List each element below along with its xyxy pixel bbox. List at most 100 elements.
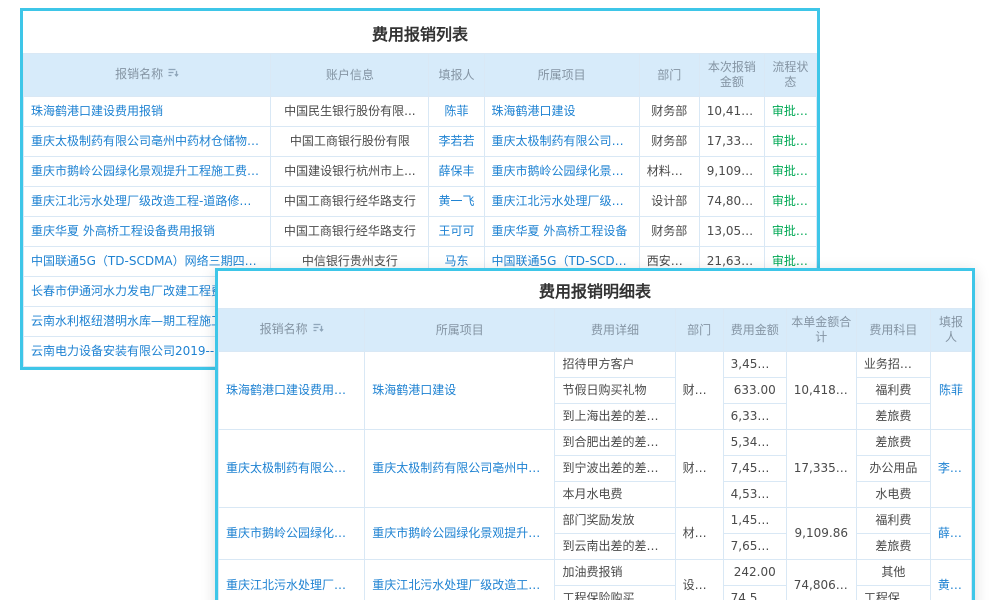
column-header-label: 所属项目: [436, 323, 484, 338]
detail-col-header-7: 费用科目: [856, 309, 930, 352]
department-cell: 财务部: [639, 127, 699, 157]
expense-detail-cell: 到上海出差的差旅费: [555, 404, 675, 430]
column-header-label: 填报人: [439, 68, 475, 83]
detail-name-link[interactable]: 重庆市鹅岭公园绿化景观提升工程: [219, 508, 365, 560]
expense-category-cell: 工程保险费: [856, 586, 930, 600]
department-cell: 设计部: [639, 187, 699, 217]
list-col-header-7: 流程状态: [764, 54, 816, 97]
column-header-label: 报销名称: [260, 322, 308, 337]
group-total-cell: 10,418.60: [786, 352, 856, 430]
detail-name-link[interactable]: 重庆江北污水处理厂级改造工程-: [219, 560, 365, 600]
detail-department-cell: 财务部: [675, 352, 723, 430]
detail-department-cell: 设计部: [675, 560, 723, 600]
list-col-header-5: 部门: [639, 54, 699, 97]
detail-filler-link[interactable]: 薛保丰: [930, 508, 971, 560]
filler-link[interactable]: 李若若: [429, 127, 484, 157]
amount-cell: 74,806.00: [699, 187, 764, 217]
filler-link[interactable]: 黄一飞: [429, 187, 484, 217]
project-link[interactable]: 重庆市鹅岭公园绿化景观提升...: [484, 157, 639, 187]
detail-project-link[interactable]: 重庆太极制药有限公司亳州中药材仓储物流: [365, 430, 555, 508]
detail-filler-link[interactable]: 李若若: [930, 430, 971, 508]
list-row: 重庆市鹅岭公园绿化景观提升工程施工费用报销中国建设银行杭州市上...薛保丰重庆市…: [24, 157, 817, 187]
expense-category-cell: 福利费: [856, 378, 930, 404]
group-total-cell: 17,335.35: [786, 430, 856, 508]
detail-department-cell: 财务部: [675, 430, 723, 508]
expense-category-cell: 差旅费: [856, 534, 930, 560]
expense-category-cell: 业务招待费: [856, 352, 930, 378]
expense-amount-cell: 1,453.00: [723, 508, 786, 534]
expense-amount-cell: 5,346.35: [723, 430, 786, 456]
amount-cell: 13,058.45: [699, 217, 764, 247]
detail-filler-link[interactable]: 陈菲: [930, 352, 971, 430]
detail-project-link[interactable]: 重庆市鹅岭公园绿化景观提升工程施工: [365, 508, 555, 560]
expense-detail-cell: 节假日购买礼物: [555, 378, 675, 404]
list-col-header-4: 所属项目: [484, 54, 639, 97]
project-link[interactable]: 重庆江北污水处理厂级改造工...: [484, 187, 639, 217]
reimbursement-name-link[interactable]: 重庆江北污水处理厂级改造工程-道路修复工程费用...: [24, 187, 271, 217]
column-header-label: 填报人: [935, 315, 967, 345]
column-header-label: 本次报销金额: [704, 60, 760, 90]
column-header-label: 费用详细: [591, 323, 639, 338]
expense-amount-cell: 7,656.86: [723, 534, 786, 560]
expense-list-header: 报销名称 账户信息填报人所属项目 部门 本次报销金额流程状态: [24, 54, 817, 97]
detail-project-link[interactable]: 重庆江北污水处理厂级改造工程-道路修复工: [365, 560, 555, 600]
amount-cell: 17,335.35: [699, 127, 764, 157]
account-info-cell: 中国建设银行杭州市上...: [271, 157, 429, 187]
expense-detail-cell: 到云南出差的差旅费: [555, 534, 675, 560]
status-text: 审批通过: [764, 157, 816, 187]
expense-amount-cell: 74,564...: [723, 586, 786, 600]
expense-detail-table: 报销名称 所属项目 费用详细 部门费用金额本单金额合计 费用科目 填报人 珠海鹤港口建设费…: [218, 308, 972, 600]
sort-filter-icon[interactable]: [167, 67, 179, 83]
detail-col-header-4: 部门: [675, 309, 723, 352]
column-header-label: 费用金额: [731, 323, 779, 338]
expense-category-cell: 差旅费: [856, 404, 930, 430]
detail-filler-link[interactable]: 黄一飞: [930, 560, 971, 600]
detail-row: 珠海鹤港口建设费用报销珠海鹤港口建设招待甲方客户财务部3,453.6010,41…: [219, 352, 972, 378]
column-header-label: 报销名称: [115, 67, 163, 82]
filler-link[interactable]: 陈菲: [429, 97, 484, 127]
filler-link[interactable]: 薛保丰: [429, 157, 484, 187]
account-info-cell: 中国民生银行股份有限...: [271, 97, 429, 127]
detail-col-header-2: 所属项目: [365, 309, 555, 352]
expense-detail-cell: 部门奖励发放: [555, 508, 675, 534]
status-text: 审批通过: [764, 187, 816, 217]
expense-detail-title: 费用报销明细表: [218, 271, 972, 308]
detail-col-header-3: 费用详细: [555, 309, 675, 352]
column-header-label: 部门: [657, 68, 681, 83]
column-header-label: 费用科目: [869, 323, 917, 338]
column-header-label: 本单金额合计: [791, 315, 852, 345]
expense-category-cell: 其他: [856, 560, 930, 586]
expense-category-cell: 办公用品: [856, 456, 930, 482]
reimbursement-name-link[interactable]: 重庆市鹅岭公园绿化景观提升工程施工费用报销: [24, 157, 271, 187]
detail-row: 重庆江北污水处理厂级改造工程-重庆江北污水处理厂级改造工程-道路修复工加油费报销…: [219, 560, 972, 586]
group-total-cell: 74,806.00: [786, 560, 856, 600]
department-cell: 财务部: [639, 217, 699, 247]
sort-filter-icon[interactable]: [312, 322, 324, 338]
list-col-header-2: 账户信息: [271, 54, 429, 97]
detail-col-header-1[interactable]: 报销名称: [219, 309, 365, 352]
expense-list-title: 费用报销列表: [23, 11, 817, 53]
status-text: 审批通过: [764, 97, 816, 127]
reimbursement-name-link[interactable]: 重庆华夏 外高桥工程设备费用报销: [24, 217, 271, 247]
detail-project-link[interactable]: 珠海鹤港口建设: [365, 352, 555, 430]
reimbursement-name-link[interactable]: 珠海鹤港口建设费用报销: [24, 97, 271, 127]
project-link[interactable]: 珠海鹤港口建设: [484, 97, 639, 127]
list-row: 重庆江北污水处理厂级改造工程-道路修复工程费用...中国工商银行经华路支行黄一飞…: [24, 187, 817, 217]
reimbursement-name-link[interactable]: 重庆太极制药有限公司亳州中药材仓储物流基地项...: [24, 127, 271, 157]
amount-cell: 10,418.60: [699, 97, 764, 127]
list-row: 珠海鹤港口建设费用报销中国民生银行股份有限...陈菲珠海鹤港口建设财务部10,4…: [24, 97, 817, 127]
amount-cell: 9,109.86: [699, 157, 764, 187]
list-col-header-1[interactable]: 报销名称: [24, 54, 271, 97]
expense-amount-cell: 6,332.00: [723, 404, 786, 430]
detail-name-link[interactable]: 珠海鹤港口建设费用报销: [219, 352, 365, 430]
project-link[interactable]: 重庆太极制药有限公司亳州中...: [484, 127, 639, 157]
expense-detail-panel: 费用报销明细表 报销名称 所属项目 费用详细 部门费用金额本单金额合计 费用科目 填报人 …: [215, 268, 975, 600]
filler-link[interactable]: 王可可: [429, 217, 484, 247]
detail-col-header-6: 本单金额合计: [786, 309, 856, 352]
expense-detail-cell: 到合肥出差的差旅费: [555, 430, 675, 456]
detail-row: 重庆市鹅岭公园绿化景观提升工程重庆市鹅岭公园绿化景观提升工程施工部门奖励发放材料…: [219, 508, 972, 534]
detail-name-link[interactable]: 重庆太极制药有限公司亳州中药: [219, 430, 365, 508]
status-text: 审批通过: [764, 217, 816, 247]
project-link[interactable]: 重庆华夏 外高桥工程设备: [484, 217, 639, 247]
status-text: 审批通过: [764, 127, 816, 157]
